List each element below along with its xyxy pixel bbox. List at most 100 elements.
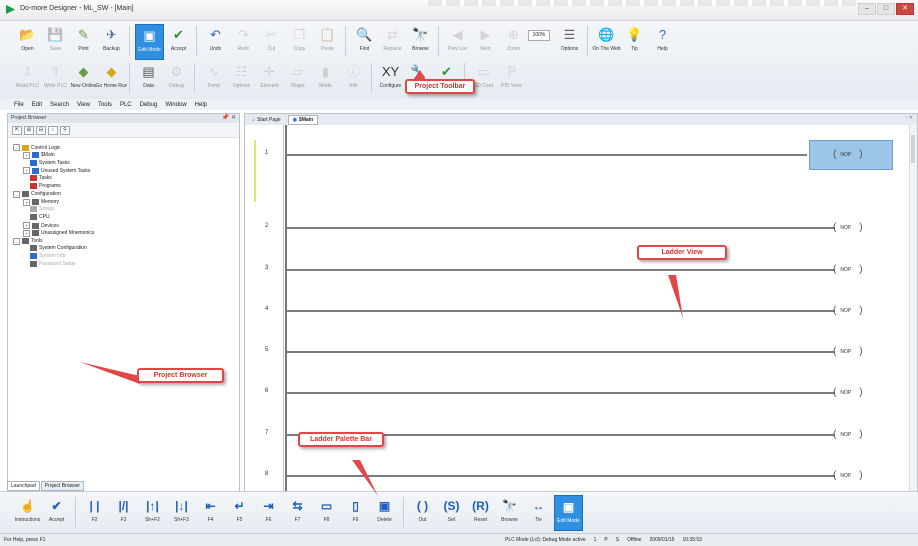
- menu-search[interactable]: Search: [50, 102, 69, 108]
- tree-item[interactable]: Tasks: [23, 175, 52, 182]
- menu-view[interactable]: View: [77, 102, 90, 108]
- expand-toggle-icon[interactable]: –: [13, 237, 20, 245]
- rung-wire[interactable]: [287, 310, 835, 312]
- nop-coil[interactable]: (NOP): [833, 223, 863, 233]
- palette-button-f2[interactable]: | | F2: [81, 495, 108, 529]
- toolbar-button-browse[interactable]: 🔭 Browse: [407, 24, 434, 58]
- nop-coil[interactable]: (NOP): [833, 150, 863, 160]
- palette-button-f4[interactable]: ⇤ F4: [197, 495, 224, 529]
- rung-wire[interactable]: [287, 154, 807, 156]
- toolbar-button-zoom[interactable]: ⊕ Zoom: [500, 24, 527, 58]
- menu-help[interactable]: Help: [195, 102, 207, 108]
- toolbar-button-tip[interactable]: 💡 Tip: [621, 24, 648, 58]
- expand-toggle-icon[interactable]: +: [23, 198, 30, 206]
- toolbar-button-edit-mode[interactable]: ▣ Edit Mode: [135, 24, 164, 60]
- tree-item[interactable]: + $Main: [23, 151, 55, 159]
- toolbar-button-trend[interactable]: ∿ Trend: [200, 61, 227, 95]
- tab-main[interactable]: ◉ $Main: [287, 114, 319, 125]
- toolbar-button-redo[interactable]: ↷ Redo: [230, 24, 257, 58]
- nop-coil[interactable]: (NOP): [833, 347, 863, 357]
- toolbar-button-open-folder[interactable]: 📂 Open: [14, 24, 41, 58]
- toolbar-button-replace[interactable]: ⇄ Replace: [379, 24, 406, 58]
- palette-button-f8[interactable]: ▭ F8: [313, 495, 340, 529]
- rung-wire[interactable]: [287, 351, 835, 353]
- palette-button-accept[interactable]: ✔ Accept: [43, 495, 70, 529]
- nop-coil[interactable]: (NOP): [833, 430, 863, 440]
- nop-coil[interactable]: (NOP): [833, 306, 863, 316]
- palette-button-browse[interactable]: 🔭 Browse: [496, 495, 523, 529]
- expand-toggle-icon[interactable]: +: [23, 151, 30, 159]
- rung-wire[interactable]: [287, 475, 835, 477]
- toolbar-button-backup[interactable]: ✈ Backup: [98, 24, 125, 58]
- toolbar-button-undo[interactable]: ↶ Undo: [202, 24, 229, 58]
- tree-item[interactable]: + Memory: [23, 198, 59, 206]
- toolbar-button-read-plc[interactable]: ⇩ Read PLC: [14, 61, 41, 95]
- palette-button-f7[interactable]: ⇆ F7: [284, 495, 311, 529]
- palette-button-sh-f2[interactable]: |↑| Sh+F2: [139, 495, 166, 529]
- tree-item[interactable]: – Tools: [13, 237, 43, 245]
- tree-item[interactable]: System Configuration: [23, 245, 87, 252]
- nop-coil[interactable]: (NOP): [833, 388, 863, 398]
- tab-launchpad[interactable]: Launchpad: [7, 481, 40, 491]
- toolbar-button-element[interactable]: ✛ Element: [256, 61, 283, 95]
- browser-tool-button[interactable]: ⚲: [60, 125, 70, 135]
- toolbar-button-info[interactable]: ⓘ Info: [340, 61, 367, 95]
- palette-button-f9[interactable]: ▯ F9: [342, 495, 369, 529]
- toolbar-button-help[interactable]: ? Help: [649, 24, 676, 58]
- menu-tools[interactable]: Tools: [98, 102, 112, 108]
- toolbar-button-configure[interactable]: XY Configure: [377, 61, 404, 95]
- tree-item[interactable]: CPU: [23, 214, 50, 221]
- nop-coil[interactable]: (NOP): [833, 471, 863, 481]
- menu-plc[interactable]: PLC: [120, 102, 132, 108]
- toolbar-button-find[interactable]: 🔍 Find: [351, 24, 378, 58]
- minimize-button[interactable]: –: [858, 3, 876, 15]
- toolbar-button-globe[interactable]: 🌐 On The Web: [592, 24, 620, 58]
- toolbar-button-mode[interactable]: ▮ Mode: [312, 61, 339, 95]
- menu-edit[interactable]: Edit: [32, 102, 42, 108]
- rung-wire[interactable]: [287, 392, 835, 394]
- palette-button-delete[interactable]: ▣ Delete: [371, 495, 398, 529]
- browser-tool-button[interactable]: ⊟: [36, 125, 46, 135]
- toolbar-button-accept[interactable]: ✔ Accept: [165, 24, 192, 58]
- toolbar-button-options[interactable]: ☰ Options: [556, 24, 583, 58]
- rung-wire[interactable]: [287, 227, 835, 229]
- ladder-pin-icon[interactable]: ↑ ✕: [905, 115, 913, 121]
- toolbar-button-debug[interactable]: ⚙ Debug: [163, 61, 190, 95]
- expand-toggle-icon[interactable]: –: [13, 144, 20, 151]
- menu-window[interactable]: Window: [165, 102, 186, 108]
- rung-wire[interactable]: [287, 269, 835, 271]
- toolbar-button-home-run[interactable]: ◆ Go Home Run: [96, 61, 128, 95]
- tree-item[interactable]: Programs: [23, 183, 61, 189]
- tree-item[interactable]: Strings: [23, 206, 55, 213]
- toolbar-button-paste[interactable]: 📋 Paste: [314, 24, 341, 58]
- vertical-scrollbar[interactable]: [909, 125, 917, 492]
- maximize-button[interactable]: □: [877, 3, 895, 15]
- toolbar-button-copy[interactable]: ❐ Copy: [286, 24, 313, 58]
- palette-button-f5[interactable]: ↵ F5: [226, 495, 253, 529]
- toolbar-button-prog-options[interactable]: ☷ Options: [228, 61, 255, 95]
- tree-item[interactable]: System Info: [23, 253, 65, 260]
- palette-button-f6[interactable]: ⇥ F6: [255, 495, 282, 529]
- expand-toggle-icon[interactable]: +: [23, 229, 30, 237]
- toolbar-button-pid-view[interactable]: ℙ PID View: [498, 61, 525, 95]
- browser-tool-button[interactable]: ⇱: [12, 125, 22, 135]
- tree-item[interactable]: – Configuration: [13, 190, 61, 198]
- expand-toggle-icon[interactable]: –: [13, 190, 20, 198]
- scroll-thumb[interactable]: [911, 135, 915, 163]
- expand-toggle-icon[interactable]: +: [23, 222, 30, 229]
- browser-tool-button[interactable]: ↕: [48, 125, 58, 135]
- menu-debug[interactable]: Debug: [140, 102, 158, 108]
- expand-toggle-icon[interactable]: +: [23, 167, 30, 175]
- tree-item[interactable]: + Unused System Tasks: [23, 167, 90, 175]
- toolbar-button-cut[interactable]: ✂ Cut: [258, 24, 285, 58]
- palette-button-sh-f3[interactable]: |↓| Sh+F3: [168, 495, 195, 529]
- pin-close-icon[interactable]: 📌 ✕: [222, 114, 236, 123]
- palette-button-set[interactable]: (S) Set: [438, 495, 465, 529]
- menu-file[interactable]: File: [14, 102, 24, 108]
- toolbar-button-shape[interactable]: ▱ Shape: [284, 61, 311, 95]
- tree-item[interactable]: Password Setup: [23, 261, 75, 267]
- tree-item[interactable]: System Tasks: [23, 159, 70, 166]
- zoom-select[interactable]: 100%: [528, 30, 550, 41]
- palette-button-reset[interactable]: (R) Reset: [467, 495, 494, 529]
- palette-button-edit-mode[interactable]: ▣ Edit Mode: [554, 495, 583, 531]
